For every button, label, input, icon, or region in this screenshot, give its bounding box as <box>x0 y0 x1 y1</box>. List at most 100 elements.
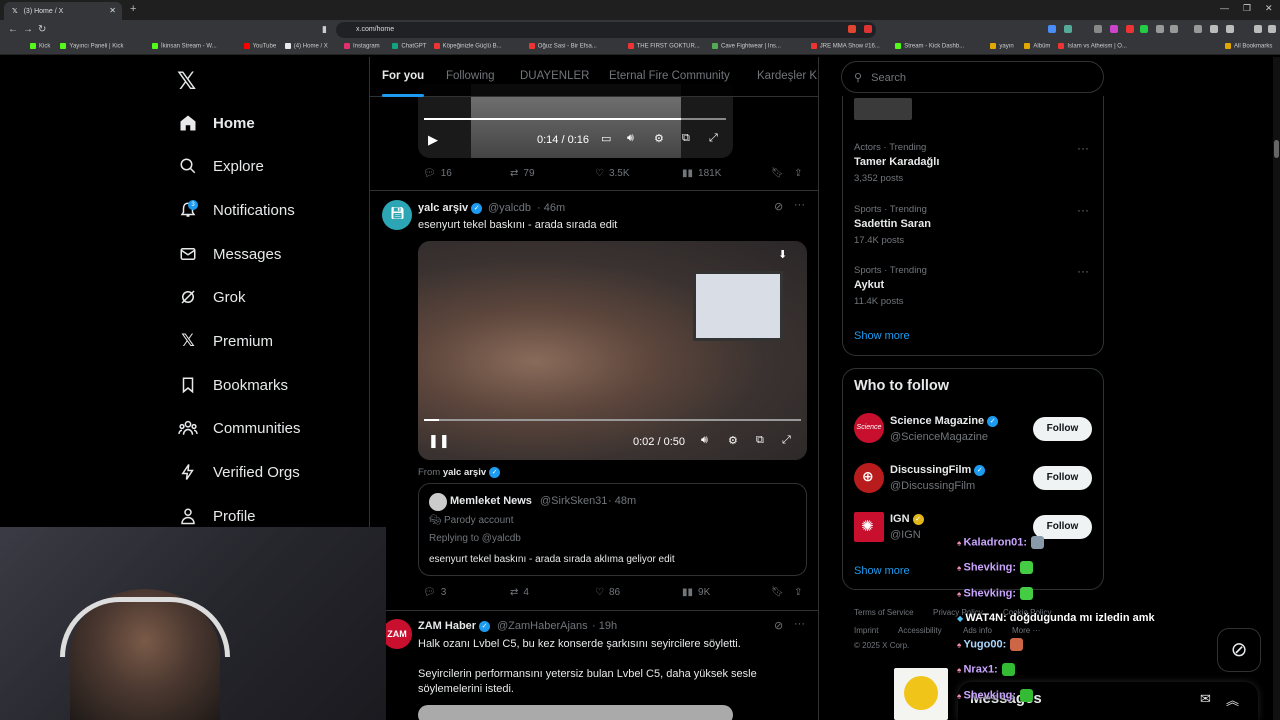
close-tab-icon[interactable]: ✕ <box>109 6 116 15</box>
volume-icon[interactable]: 🔊︎ <box>701 434 708 447</box>
forward-icon[interactable]: → <box>23 24 33 35</box>
more-icon[interactable]: ··· <box>1077 141 1089 155</box>
post-media[interactable] <box>418 705 733 720</box>
tab-duayenler[interactable]: DUAYENLER <box>520 70 589 82</box>
bookmark-item[interactable]: Yayıncı Paneli | Kick <box>60 43 124 50</box>
bookmark-item[interactable]: Islam vs Atheism | O... <box>1058 43 1127 50</box>
nav-verified-orgs[interactable]: Verified Orgs <box>178 457 300 487</box>
chevron-up-icon[interactable]: ︽ <box>1226 690 1239 709</box>
account-name[interactable]: DiscussingFilm ✓ <box>890 464 986 476</box>
search-input[interactable]: ⚲ Search <box>841 61 1104 93</box>
footer-link[interactable]: More ··· <box>1012 626 1040 635</box>
extension-icon[interactable] <box>1064 25 1072 33</box>
bookmark-item[interactable]: (4) Home / X <box>284 43 328 50</box>
bookmark-item[interactable]: Köpeğinizle Güçlü B... <box>433 43 502 50</box>
bookmark-item[interactable]: İkinsan Stream - W... <box>152 43 217 50</box>
more-icon[interactable]: ··· <box>794 618 805 630</box>
nav-explore[interactable]: Explore <box>178 151 264 181</box>
views-button[interactable]: ▮▮ 9K <box>677 587 710 598</box>
download-icon[interactable]: ⬇ <box>778 248 787 261</box>
avatar[interactable]: Science <box>854 413 884 443</box>
account-name[interactable]: Science Magazine ✓ <box>890 415 999 427</box>
bookmark-item[interactable]: Cave Fightwear | Ins... <box>712 43 781 50</box>
restore-icon[interactable]: ❐ <box>1243 3 1251 14</box>
profile-icon[interactable] <box>1226 25 1234 33</box>
bookmark-item[interactable]: Oğuz Sasi - Bir Efsa... <box>528 43 597 50</box>
settings-icon[interactable]: ⚙ <box>654 132 664 145</box>
bookmark-item[interactable]: YouTube <box>243 43 276 50</box>
post-time[interactable]: · 46m <box>537 202 565 214</box>
follow-button[interactable]: Follow <box>1033 417 1092 441</box>
extension-icon[interactable] <box>1094 25 1102 33</box>
settings-icon[interactable]: ⚙ <box>728 434 738 447</box>
more-icon[interactable]: ··· <box>794 199 805 211</box>
x-logo-icon[interactable]: 𝕏 <box>177 67 196 96</box>
avatar[interactable]: ZAM <box>382 619 412 649</box>
trend-title[interactable]: Tamer Karadağlı <box>854 156 939 168</box>
views-button[interactable]: ▮▮ 181K <box>677 168 721 179</box>
pip-icon[interactable]: ⧉ <box>756 434 764 447</box>
tab-following[interactable]: Following <box>446 70 495 82</box>
follow-show-more[interactable]: Show more <box>854 565 910 577</box>
wallet-icon[interactable] <box>1254 25 1262 33</box>
timeline-feed[interactable]: For you Following DUAYENLER Eternal Fire… <box>369 57 819 720</box>
extension-icon[interactable] <box>1170 25 1178 33</box>
back-icon[interactable]: ← <box>8 24 18 35</box>
post-time[interactable]: · 19h <box>592 620 617 632</box>
share-icon[interactable]: ⇪ <box>794 587 802 598</box>
play-icon[interactable]: ▶ <box>428 132 438 148</box>
footer-link[interactable]: Imprint <box>854 626 878 635</box>
author-name[interactable]: ZAM Haber ✓ <box>418 620 491 632</box>
reply-button[interactable]: 💬︎ 16 <box>418 168 452 179</box>
bookmark-item[interactable]: THE FIRST GOKTUR... <box>627 43 700 50</box>
avatar[interactable]: ⊕ <box>854 463 884 493</box>
quoted-post[interactable]: Memleket News @SirkSken31 · 48m 🎭︎ Parod… <box>418 483 807 576</box>
bookmark-icon[interactable]: 🔖︎ <box>771 587 784 598</box>
bookmark-page-icon[interactable]: ▮ <box>322 24 327 35</box>
grok-icon[interactable]: ⊘ <box>774 619 783 632</box>
post-video[interactable]: ⬇ ❚❚ 0:02 / 0:50 🔊︎ ⚙ ⧉ ⤢ <box>418 241 807 460</box>
reply-button[interactable]: 💬︎ 3 <box>418 587 446 598</box>
footer-link[interactable]: Accessibility <box>898 626 942 635</box>
bookmark-item[interactable]: Instagram <box>344 43 380 50</box>
captions-icon[interactable]: ▭ <box>601 132 611 145</box>
nav-home[interactable]: Home <box>178 108 255 138</box>
bookmark-item[interactable]: yayın <box>990 43 1014 50</box>
nav-notifications[interactable]: 3 Notifications <box>178 195 295 225</box>
media-icon[interactable] <box>1194 25 1202 33</box>
brave-shield-icon[interactable] <box>848 25 856 33</box>
grok-icon[interactable]: ⊘ <box>774 200 783 213</box>
bookmark-icon[interactable]: 🔖︎ <box>771 168 784 179</box>
bookmark-item[interactable]: Albüm <box>1024 43 1050 50</box>
grok-floating-button[interactable]: ⊘ <box>1217 628 1261 672</box>
more-icon[interactable]: ··· <box>1077 264 1089 278</box>
menu-icon[interactable] <box>1268 25 1276 33</box>
bookmark-item[interactable]: JRE MMA Show #16... <box>810 43 880 50</box>
pause-icon[interactable]: ❚❚ <box>428 433 450 449</box>
avatar[interactable]: ✺ <box>854 512 884 542</box>
scrollbar-thumb[interactable] <box>1274 140 1279 158</box>
fullscreen-icon[interactable]: ⤢ <box>709 132 718 145</box>
account-name[interactable]: IGN ✓ <box>890 513 924 525</box>
new-message-icon[interactable]: ✉ <box>1200 691 1211 707</box>
bookmark-item[interactable]: Stream - Kick Dashb... <box>895 43 964 50</box>
follow-button[interactable]: Follow <box>1033 466 1092 490</box>
repost-button[interactable]: ⇄ 79 <box>505 168 535 179</box>
tab-kardesler[interactable]: Kardeşler K <box>757 70 817 82</box>
share-icon[interactable]: ⇪ <box>794 168 802 179</box>
author-handle[interactable]: @yalcdb <box>488 202 531 214</box>
fullscreen-icon[interactable]: ⤢ <box>782 434 791 447</box>
browser-tab[interactable]: 𝕏 (3) Home / X ✕ <box>4 2 122 20</box>
tab-eternal-fire[interactable]: Eternal Fire Community <box>609 70 730 82</box>
bookmark-item[interactable]: ChatGPT <box>392 43 426 50</box>
volume-icon[interactable]: 🔊︎ <box>627 132 634 145</box>
bookmark-item[interactable]: All Bookmarks <box>1225 43 1272 50</box>
video-progress-track[interactable] <box>424 419 801 421</box>
author-name[interactable]: yalc arşiv ✓ <box>418 202 483 214</box>
nav-communities[interactable]: Communities <box>178 413 301 443</box>
repost-button[interactable]: ⇄ 4 <box>505 587 529 598</box>
brave-rewards-icon[interactable] <box>864 25 872 33</box>
trend-title[interactable]: Aykut <box>854 279 884 291</box>
more-icon[interactable]: ··· <box>1077 203 1089 217</box>
extension-icon[interactable] <box>1110 25 1118 33</box>
